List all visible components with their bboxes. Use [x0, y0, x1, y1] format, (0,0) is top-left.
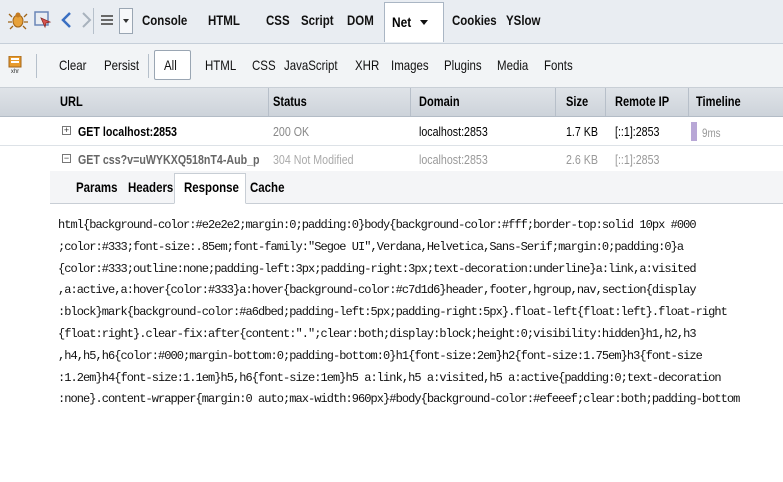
filter-css[interactable]: CSS [252, 57, 276, 73]
tab-html[interactable]: HTML [208, 12, 240, 28]
column-timeline[interactable]: Timeline [696, 94, 741, 109]
tab-response[interactable]: Response [184, 179, 239, 195]
request-size: 2.6 KB [566, 152, 599, 167]
filter-html[interactable]: HTML [205, 57, 236, 73]
request-status: 304 Not Modified [273, 152, 354, 167]
column-separator [410, 88, 411, 116]
response-line: {float:right}.clear-fix:after{content:".… [58, 326, 697, 341]
filter-xhr[interactable]: XHR [355, 57, 379, 73]
column-url[interactable]: URL [60, 94, 83, 109]
toolbar-separator [93, 8, 94, 34]
detail-tabs: Params Headers Response Cache [50, 171, 783, 204]
filter-javascript[interactable]: JavaScript [284, 57, 338, 73]
response-line: :block}mark{background-color:#a6dbed;pad… [58, 305, 728, 320]
table-row[interactable]: + GET localhost:2853 200 OK localhost:28… [0, 117, 783, 146]
column-separator [555, 88, 556, 116]
net-filter-bar: xhr Clear Persist All HTML CSS JavaScrip… [0, 44, 783, 88]
response-line: :none}.content-wrapper{margin:0 auto;max… [58, 392, 740, 407]
column-separator [688, 88, 689, 116]
filter-plugins[interactable]: Plugins [444, 57, 482, 73]
request-table-header: URL Status Domain Size Remote IP Timelin… [0, 88, 783, 117]
request-url[interactable]: GET css?v=uWYKXQ518nT4-Aub_p [78, 152, 260, 167]
persist-button[interactable]: Persist [104, 57, 139, 73]
request-remote-ip: [::1]:2853 [615, 152, 660, 167]
request-domain: localhost:2853 [419, 152, 488, 167]
tab-dom[interactable]: DOM [347, 12, 374, 28]
filter-separator [36, 54, 37, 78]
filter-fonts[interactable]: Fonts [544, 57, 573, 73]
inspect-icon[interactable] [33, 10, 53, 30]
filter-separator [148, 54, 149, 78]
request-status: 200 OK [273, 124, 310, 139]
tab-cache[interactable]: Cache [250, 179, 284, 195]
column-size[interactable]: Size [566, 94, 588, 109]
filter-all-label[interactable]: All [164, 57, 177, 73]
filter-media[interactable]: Media [497, 57, 528, 73]
request-size: 1.7 KB [566, 124, 599, 139]
collapse-icon[interactable]: − [62, 154, 71, 163]
response-line: ,a:active,a:hover{color:#333}a:hover{bac… [58, 283, 697, 298]
response-line: {color:#333;outline:none;padding-left:3p… [58, 261, 697, 276]
column-separator [268, 88, 269, 116]
request-detail-panel: Params Headers Response Cache html{backg… [50, 171, 783, 482]
chevron-down-icon[interactable] [419, 19, 429, 27]
column-status[interactable]: Status [273, 94, 307, 109]
clear-button[interactable]: Clear [59, 57, 86, 73]
response-body: html{background-color:#e2e2e2;margin:0;p… [58, 215, 783, 411]
back-icon[interactable] [57, 10, 77, 30]
tab-script[interactable]: Script [301, 12, 334, 28]
tab-cookies[interactable]: Cookies [452, 12, 497, 28]
column-remote-ip[interactable]: Remote IP [615, 94, 669, 109]
request-remote-ip: [::1]:2853 [615, 124, 660, 139]
request-domain: localhost:2853 [419, 124, 488, 139]
tab-params[interactable]: Params [76, 179, 117, 195]
tab-css[interactable]: CSS [266, 12, 290, 28]
column-separator [605, 88, 606, 116]
response-line: ;color:#333;font-size:.85em;font-family:… [58, 239, 684, 254]
tab-console[interactable]: Console [142, 12, 187, 28]
dropdown-icon[interactable] [119, 8, 133, 34]
response-line: :1.2em}h4{font-size:1.1em}h5,h6{font-siz… [58, 370, 722, 385]
filter-images[interactable]: Images [391, 57, 429, 73]
column-domain[interactable]: Domain [419, 94, 460, 109]
request-url[interactable]: GET localhost:2853 [78, 124, 177, 139]
tab-net-label: Net [392, 14, 412, 30]
tab-net[interactable]: Net [384, 2, 444, 42]
tab-yslow[interactable]: YSlow [506, 12, 540, 28]
xhr-icon-label: xhr [11, 69, 19, 74]
table-row[interactable]: − GET css?v=uWYKXQ518nT4-Aub_p 304 Not M… [0, 145, 783, 173]
response-line: ,h4,h5,h6{color:#000;margin-bottom:0;pad… [58, 348, 703, 363]
expand-icon[interactable]: + [62, 126, 71, 135]
firebug-icon[interactable] [8, 10, 28, 30]
menu-icon[interactable] [97, 10, 117, 30]
response-line: html{background-color:#e2e2e2;margin:0;p… [58, 218, 697, 232]
tab-headers[interactable]: Headers [128, 179, 173, 195]
xhr-icon[interactable]: xhr [8, 56, 22, 74]
timeline-bar [691, 122, 697, 141]
timeline-duration: 9ms [702, 126, 721, 140]
firebug-toolbar: Console HTML CSS Script DOM Net Cookies … [0, 0, 783, 44]
